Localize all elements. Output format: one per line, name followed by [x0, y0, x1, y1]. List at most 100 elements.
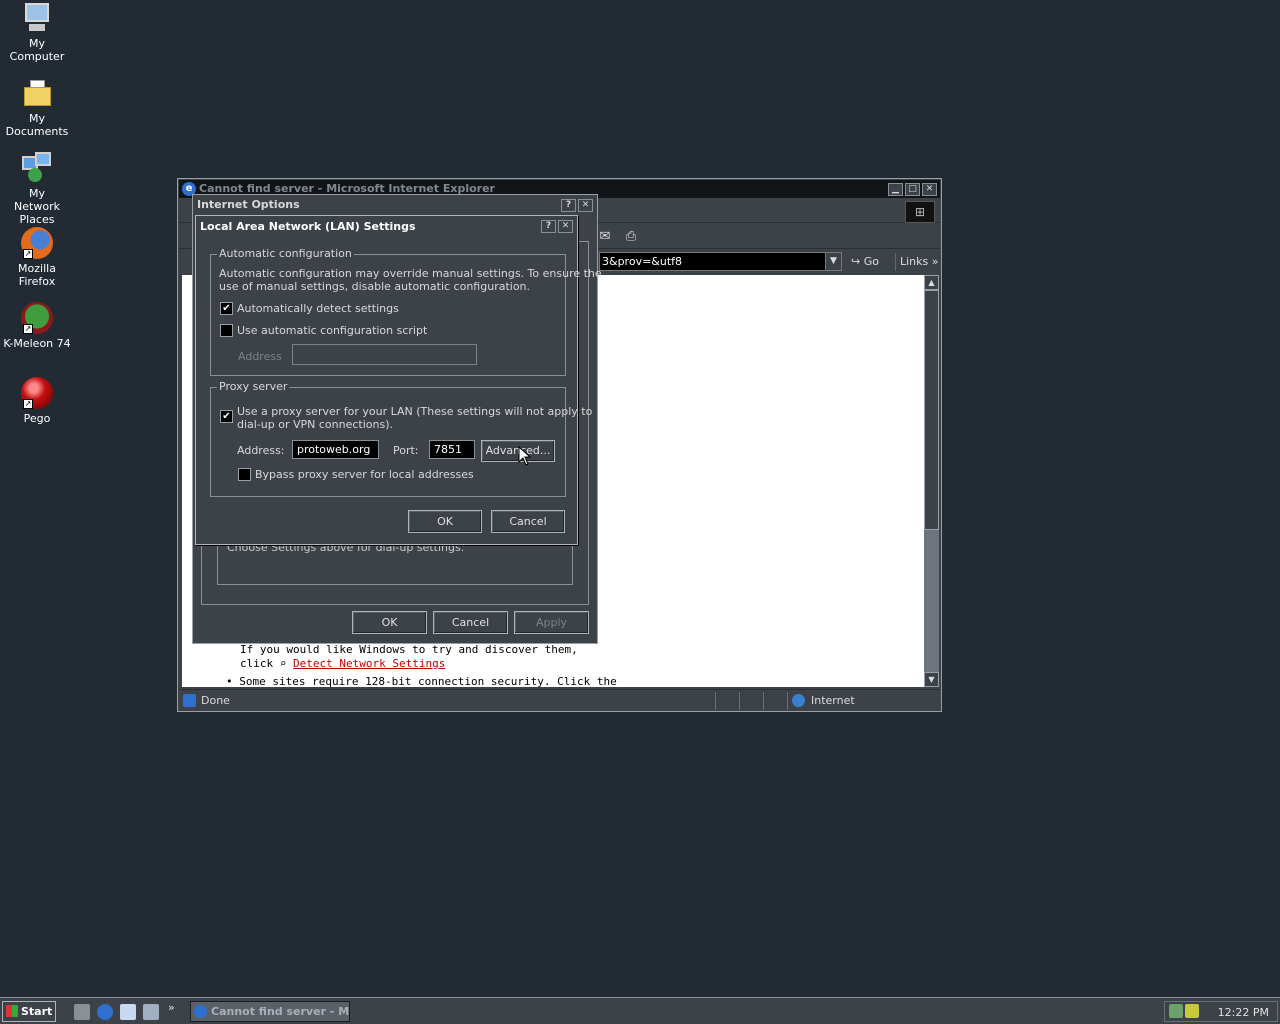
detect-network-settings-link[interactable]: Detect Network Settings	[293, 657, 445, 670]
chevron-right-icon[interactable]: »	[168, 1001, 175, 1014]
lan-settings-dialog: Local Area Network (LAN) Settings ? ✕ Au…	[195, 215, 602, 545]
print-icon[interactable]: ⎙	[623, 229, 639, 245]
internet-options-title-bar[interactable]: Internet Options ? ✕	[194, 196, 596, 214]
desktop-icon-pego[interactable]: ↗ Pego	[0, 377, 74, 425]
search-icon: ⌕	[279, 657, 293, 670]
auto-config-description: Automatic configuration may override man…	[219, 267, 602, 280]
status-bar: Done Internet	[179, 689, 940, 711]
minimize-icon[interactable]: ▁	[888, 183, 903, 196]
automatic-configuration-group: Automatic configuration Automatic config…	[210, 247, 602, 376]
start-button[interactable]: Start	[2, 1001, 56, 1022]
show-desktop-icon[interactable]	[74, 1004, 90, 1020]
clock[interactable]: 12:22 PM	[1218, 1006, 1269, 1019]
chevron-right-icon: »	[931, 255, 939, 268]
maximize-icon[interactable]: □	[905, 183, 920, 196]
windows-flag-icon	[6, 1005, 18, 1017]
k-meleon-icon: ↗	[21, 302, 53, 334]
dialog-title: Internet Options	[197, 198, 300, 211]
volume-tray-icon[interactable]	[1185, 1004, 1199, 1018]
ok-button[interactable]: OK	[408, 510, 482, 533]
use-proxy-label[interactable]: Use a proxy server for your LAN (These s…	[237, 405, 592, 418]
security-zone-text: Internet	[811, 694, 855, 707]
network-icon	[21, 152, 53, 184]
desktop-icon-my-network-places[interactable]: My Network Places	[0, 152, 74, 226]
globe-icon	[792, 694, 805, 707]
status-text: Done	[201, 694, 230, 707]
mail-icon[interactable]: ✉	[597, 229, 613, 245]
content-line: If you would like Windows to try and dis…	[240, 643, 578, 656]
proxy-address-label: Address:	[237, 444, 285, 457]
ok-button[interactable]: OK	[352, 611, 427, 634]
lan-settings-title-bar[interactable]: Local Area Network (LAN) Settings ? ✕	[197, 217, 576, 236]
start-label: Start	[21, 1005, 53, 1018]
links-label: Links	[900, 255, 929, 268]
status-divider	[763, 692, 764, 710]
close-icon[interactable]: ✕	[922, 183, 937, 196]
bypass-local-checkbox[interactable]	[238, 468, 251, 481]
script-address-field[interactable]	[292, 344, 477, 365]
status-divider	[787, 692, 788, 710]
outlook-express-icon[interactable]	[120, 1004, 136, 1020]
desktop-icon-label: My Network Places	[14, 187, 60, 226]
auto-config-script-label[interactable]: Use automatic configuration script	[237, 324, 427, 337]
desktop-icon-label: K-Meleon 74	[3, 337, 71, 350]
taskbar-button-ie[interactable]: Cannot find server - M...	[190, 1001, 350, 1022]
go-arrow-icon: ↪	[851, 255, 861, 268]
internet-explorer-icon[interactable]	[97, 1004, 113, 1020]
links-button[interactable]: Links »	[895, 253, 939, 271]
desktop-icon-label: Mozilla Firefox	[18, 262, 56, 288]
page-icon	[183, 694, 196, 707]
close-icon[interactable]: ✕	[578, 199, 593, 212]
windows-logo-icon: ⊞	[905, 201, 935, 223]
auto-config-script-checkbox[interactable]	[220, 324, 233, 337]
taskbar-button-label: Cannot find server - M...	[211, 1005, 350, 1018]
apply-button[interactable]: Apply	[514, 611, 589, 634]
go-button[interactable]: ↪ Go	[851, 253, 889, 271]
content-line: click ⌕ Detect Network Settings	[240, 657, 445, 670]
firefox-icon: ↗	[21, 227, 53, 259]
desktop-icon-my-computer[interactable]: My Computer	[0, 2, 74, 63]
address-text: 3&prov=&utf8	[602, 255, 683, 268]
content-text: Some sites require 128-bit connection se…	[239, 675, 617, 687]
desktop-icon-my-documents[interactable]: My Documents	[0, 77, 74, 138]
scroll-up-icon[interactable]: ▲	[924, 275, 939, 290]
proxy-port-field[interactable]: 7851	[429, 440, 475, 459]
cancel-button[interactable]: Cancel	[491, 510, 565, 533]
auto-detect-checkbox[interactable]: ✔	[220, 302, 233, 315]
use-proxy-checkbox[interactable]: ✔	[220, 410, 233, 423]
status-divider	[739, 692, 740, 710]
pego-icon: ↗	[21, 377, 53, 409]
address-input[interactable]: 3&prov=&utf8 ▼	[599, 252, 842, 271]
desktop-icon-label: My Documents	[5, 112, 69, 138]
close-icon[interactable]: ✕	[558, 220, 573, 233]
help-icon[interactable]: ?	[541, 220, 556, 233]
group-legend: Automatic configuration	[217, 247, 354, 261]
auto-config-description: use of manual settings, disable automati…	[219, 280, 531, 293]
chevron-down-icon[interactable]: ▼	[825, 253, 841, 270]
bypass-local-label[interactable]: Bypass proxy server for local addresses	[255, 468, 474, 481]
use-proxy-label[interactable]: dial-up or VPN connections).	[237, 418, 393, 431]
folder-icon	[21, 77, 53, 109]
network-tray-icon[interactable]	[1169, 1004, 1183, 1018]
go-label: Go	[863, 255, 879, 268]
ie-icon	[194, 1005, 207, 1018]
desktop-icon-label: My Computer	[9, 37, 65, 63]
desktop-icon-mozilla-firefox[interactable]: ↗ Mozilla Firefox	[0, 227, 74, 288]
proxy-address-field[interactable]: protoweb.org	[292, 440, 379, 459]
mouse-cursor-icon	[518, 446, 532, 466]
help-icon[interactable]: ?	[561, 199, 576, 212]
vertical-scrollbar[interactable]: ▲ ▼	[924, 275, 939, 687]
group-legend: Proxy server	[217, 380, 290, 394]
auto-detect-label[interactable]: Automatically detect settings	[237, 302, 399, 315]
scroll-down-icon[interactable]: ▼	[924, 672, 939, 687]
desktop-icon-k-meleon[interactable]: ↗ K-Meleon 74	[0, 302, 74, 350]
my-computer-icon	[21, 2, 53, 34]
script-address-label: Address	[238, 350, 282, 363]
dialog-title: Local Area Network (LAN) Settings	[200, 220, 416, 233]
proxy-server-group: Proxy server ✔ Use a proxy server for yo…	[210, 380, 592, 497]
content-line: • Some sites require 128-bit connection …	[226, 675, 617, 687]
scroll-thumb[interactable]	[924, 290, 939, 530]
windows-media-icon[interactable]	[143, 1004, 159, 1020]
cancel-button[interactable]: Cancel	[433, 611, 508, 634]
desktop-icon-label: Pego	[23, 412, 51, 425]
